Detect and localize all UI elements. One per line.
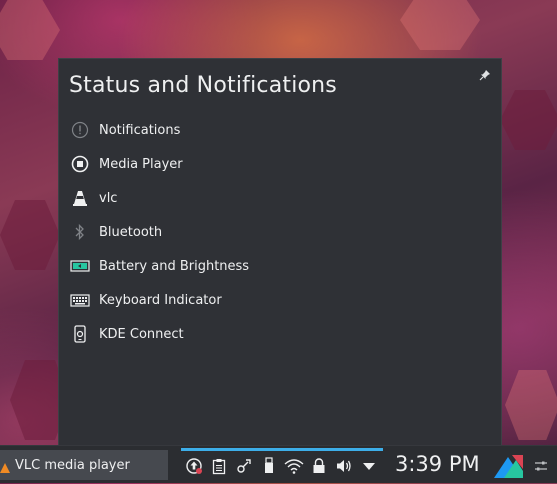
list-item-label: Media Player [99, 156, 183, 172]
status-list: Notifications Media Player vlc Bluetooth… [59, 113, 501, 351]
list-item-keyboard-indicator[interactable]: Keyboard Indicator [59, 283, 501, 317]
lock-icon[interactable] [306, 455, 331, 477]
list-item-vlc[interactable]: vlc [59, 181, 501, 215]
show-desktop-icon[interactable] [492, 451, 525, 480]
wifi-icon[interactable] [281, 455, 306, 477]
list-item-label: KDE Connect [99, 326, 184, 342]
task-label: VLC media player [15, 457, 130, 473]
digital-clock[interactable]: 3:39 PM [395, 452, 480, 476]
system-tray [181, 455, 381, 477]
wallpaper-hex [500, 90, 557, 150]
notifications-icon [69, 119, 91, 141]
vlc-cone-icon [69, 187, 91, 209]
list-item-kde-connect[interactable]: KDE Connect [59, 317, 501, 351]
list-item-bluetooth[interactable]: Bluetooth [59, 215, 501, 249]
task-vlc-media-player[interactable]: VLC media player [0, 450, 168, 480]
list-item-label: Notifications [99, 122, 181, 138]
list-item-media-player[interactable]: Media Player [59, 147, 501, 181]
list-item-label: Keyboard Indicator [99, 292, 222, 308]
pin-icon[interactable] [479, 69, 491, 81]
list-item-label: Battery and Brightness [99, 258, 250, 274]
kde-connect-tray-icon[interactable] [231, 455, 256, 477]
status-notifications-popup: Status and Notifications Notifications M… [58, 58, 502, 449]
vlc-task-icon [0, 459, 10, 473]
popup-title: Status and Notifications [69, 73, 337, 98]
wallpaper-hex [0, 200, 60, 270]
updates-icon[interactable] [181, 455, 206, 477]
list-item-label: vlc [99, 190, 118, 206]
volume-icon[interactable] [331, 455, 356, 477]
wallpaper-hex [0, 0, 60, 60]
keyboard-icon [69, 289, 91, 311]
wallpaper-hex [505, 370, 557, 440]
expand-tray-icon[interactable] [356, 455, 381, 477]
clipboard-icon[interactable] [206, 455, 231, 477]
tray-active-indicator [181, 448, 383, 451]
wallpaper-hex [400, 0, 480, 50]
list-item-notifications[interactable]: Notifications [59, 113, 501, 147]
bluetooth-icon [69, 221, 91, 243]
list-item-battery-brightness[interactable]: Battery and Brightness [59, 249, 501, 283]
usb-device-icon[interactable] [256, 455, 281, 477]
battery-icon [69, 255, 91, 277]
list-item-label: Bluetooth [99, 224, 163, 240]
taskbar-panel: VLC media player 3:39 PM [0, 445, 557, 483]
media-player-icon [69, 153, 91, 175]
panel-config-icon[interactable] [534, 458, 548, 472]
kde-connect-icon [69, 323, 91, 345]
